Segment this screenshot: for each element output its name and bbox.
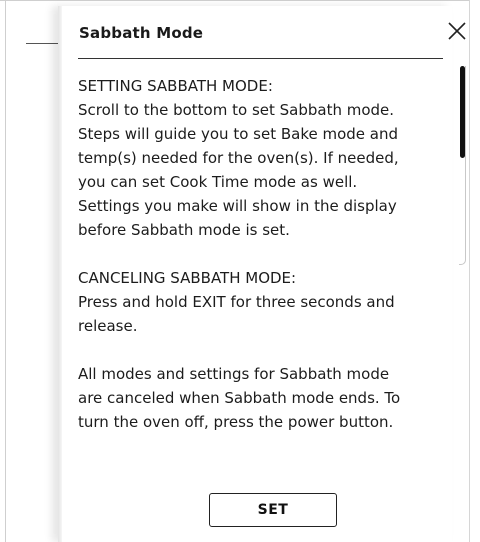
scrollbar-thumb[interactable] — [460, 66, 465, 158]
setting-line: Scroll to the bottom to set Sabbath mode… — [78, 101, 395, 119]
setting-line: before Sabbath mode is set. — [78, 221, 290, 239]
frame-left-border — [5, 0, 6, 542]
setting-heading: SETTING SABBATH MODE: — [78, 77, 273, 95]
set-button[interactable]: SET — [209, 493, 337, 527]
setting-line: Steps will guide you to set Bake mode an… — [78, 125, 398, 143]
note-line: are canceled when Sabbath mode ends. To — [78, 389, 401, 407]
canceling-line: release. — [78, 317, 138, 335]
close-icon[interactable] — [446, 20, 468, 42]
setting-line: Settings you make will show in the displ… — [78, 197, 397, 215]
note-line: turn the oven off, press the power butto… — [78, 413, 394, 431]
screen: Sabbath Mode SETTING SABBATH MODE: Scrol… — [0, 0, 480, 542]
canceling-heading: CANCELING SABBATH MODE: — [78, 269, 297, 287]
canceling-line: Press and hold EXIT for three seconds an… — [78, 293, 395, 311]
note-line: All modes and settings for Sabbath mode — [78, 365, 390, 383]
setting-line: you can set Cook Time mode as well. — [78, 173, 358, 191]
title-divider — [78, 58, 443, 59]
setting-line: temp(s) needed for the oven(s). If neede… — [78, 149, 399, 167]
dialog-shadow-edge — [58, 6, 62, 542]
dialog-title: Sabbath Mode — [79, 24, 204, 42]
frame-top-border — [0, 0, 470, 1]
dialog-scroll-content[interactable]: SETTING SABBATH MODE: Scroll to the bott… — [78, 74, 450, 434]
frame-right-border — [469, 0, 470, 542]
